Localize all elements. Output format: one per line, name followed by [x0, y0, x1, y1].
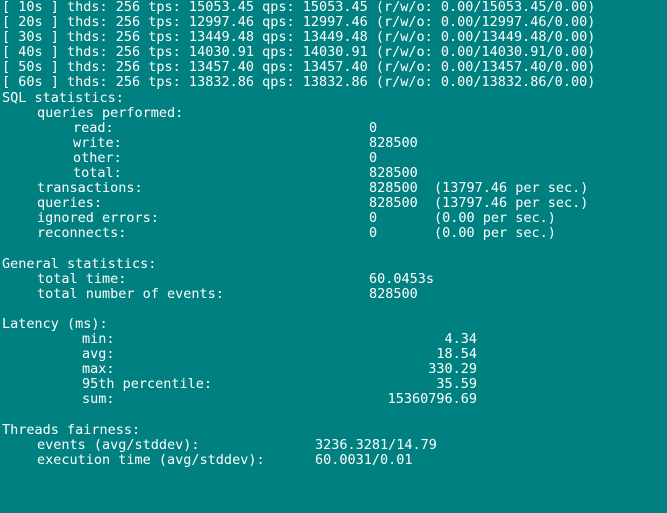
- progress-text: [ 50s ] thds: 256 tps: 13457.40 qps: 134…: [2, 59, 596, 76]
- latency-sum-row: sum: 15360796.69: [0, 392, 667, 407]
- sql-statistics-heading: SQL statistics:: [2, 89, 124, 106]
- ignored-errors-rate: (0.00 per sec.): [434, 210, 556, 227]
- total-time-value: 60.0453s: [369, 270, 435, 287]
- transactions-rate: (13797.46 per sec.): [434, 180, 589, 197]
- threads-fairness-heading: Threads fairness:: [2, 421, 141, 438]
- progress-text: [ 10s ] thds: 256 tps: 15053.45 qps: 150…: [2, 0, 596, 15]
- latency-p95-label: 95th percentile:: [82, 376, 213, 393]
- events-fairness-value: 3236.3281/14.79: [315, 436, 437, 453]
- sql-statistics-heading-row: SQL statistics:: [0, 89, 667, 106]
- latency-min-label: min:: [82, 331, 115, 348]
- transactions-label: transactions:: [37, 180, 143, 197]
- other-row: other: 0: [0, 149, 667, 166]
- reconnects-value: 0: [369, 225, 378, 242]
- read-row: read: 0: [0, 119, 667, 136]
- ignored-errors-row: ignored errors: 0 (0.00 per sec.): [0, 211, 667, 226]
- write-value: 828500: [369, 134, 418, 151]
- latency-max-row: max: 330.29: [0, 362, 667, 377]
- read-value: 0: [369, 119, 378, 136]
- reconnects-row: reconnects: 0 (0.00 per sec.): [0, 226, 667, 241]
- transactions-row: transactions: 828500 (13797.46 per sec.): [0, 181, 667, 196]
- latency-avg-value: 18.54: [436, 346, 477, 363]
- ignored-errors-value: 0: [369, 210, 378, 227]
- general-statistics-heading: General statistics:: [2, 255, 157, 272]
- total-events-label: total number of events:: [37, 285, 224, 302]
- total-events-value: 828500: [369, 285, 418, 302]
- write-label: write:: [73, 134, 122, 151]
- latency-max-value: 330.29: [428, 361, 477, 378]
- progress-text: [ 40s ] thds: 256 tps: 14030.91 qps: 140…: [2, 44, 596, 61]
- latency-p95-row: 95th percentile: 35.59: [0, 377, 667, 392]
- latency-sum-value: 15360796.69: [387, 391, 477, 408]
- progress-line-50s: [ 50s ] thds: 256 tps: 13457.40 qps: 134…: [0, 60, 667, 75]
- queries-rate: (13797.46 per sec.): [434, 195, 589, 212]
- read-label: read:: [73, 119, 114, 136]
- other-value: 0: [369, 149, 378, 166]
- progress-line-30s: [ 30s ] thds: 256 tps: 13449.48 qps: 134…: [0, 30, 667, 45]
- transactions-value: 828500: [369, 180, 418, 197]
- progress-line-40s: [ 40s ] thds: 256 tps: 14030.91 qps: 140…: [0, 45, 667, 60]
- latency-max-label: max:: [82, 361, 115, 378]
- latency-heading-row: Latency (ms):: [0, 315, 667, 332]
- write-row: write: 828500: [0, 134, 667, 151]
- total-time-row: total time: 60.0453s: [0, 270, 667, 287]
- events-fairness-label: events (avg/stddev):: [37, 436, 200, 453]
- reconnects-rate: (0.00 per sec.): [434, 225, 556, 242]
- execution-time-fairness-label: execution time (avg/stddev):: [37, 451, 265, 468]
- total-row: total: 828500: [0, 165, 667, 182]
- queries-row: queries: 828500 (13797.46 per sec.): [0, 196, 667, 211]
- latency-heading: Latency (ms):: [2, 315, 108, 332]
- queries-label: queries:: [37, 195, 103, 212]
- latency-min-value: 4.34: [444, 331, 477, 348]
- ignored-errors-label: ignored errors:: [37, 210, 159, 227]
- terminal-window: [ 10s ] thds: 256 tps: 15053.45 qps: 150…: [0, 0, 667, 476]
- threads-fairness-heading-row: Threads fairness:: [0, 421, 667, 438]
- reconnects-label: reconnects:: [37, 225, 127, 242]
- queries-value: 828500: [369, 195, 418, 212]
- execution-time-fairness-row: execution time (avg/stddev): 60.0031/0.0…: [0, 451, 667, 468]
- general-statistics-heading-row: General statistics:: [0, 255, 667, 272]
- other-label: other:: [73, 149, 122, 166]
- progress-text: [ 60s ] thds: 256 tps: 13832.86 qps: 138…: [2, 74, 596, 91]
- latency-p95-value: 35.59: [436, 376, 477, 393]
- total-time-label: total time:: [37, 270, 127, 287]
- events-fairness-row: events (avg/stddev): 3236.3281/14.79: [0, 436, 667, 453]
- progress-line-10s: [ 10s ] thds: 256 tps: 15053.45 qps: 150…: [0, 0, 667, 15]
- latency-avg-row: avg: 18.54: [0, 347, 667, 362]
- latency-avg-label: avg:: [82, 346, 115, 363]
- progress-text: [ 30s ] thds: 256 tps: 13449.48 qps: 134…: [2, 29, 596, 46]
- queries-performed-row: queries performed:: [0, 104, 667, 121]
- progress-line-20s: [ 20s ] thds: 256 tps: 12997.46 qps: 129…: [0, 14, 667, 31]
- latency-min-row: min: 4.34: [0, 331, 667, 348]
- progress-line-60s: [ 60s ] thds: 256 tps: 13832.86 qps: 138…: [0, 75, 667, 90]
- queries-performed-label: queries performed:: [37, 104, 184, 121]
- total-value: 828500: [369, 165, 418, 182]
- total-events-row: total number of events: 828500: [0, 285, 667, 302]
- total-label: total:: [73, 165, 122, 182]
- execution-time-fairness-value: 60.0031/0.01: [315, 451, 413, 468]
- latency-sum-label: sum:: [82, 391, 115, 408]
- progress-text: [ 20s ] thds: 256 tps: 12997.46 qps: 129…: [2, 14, 596, 31]
